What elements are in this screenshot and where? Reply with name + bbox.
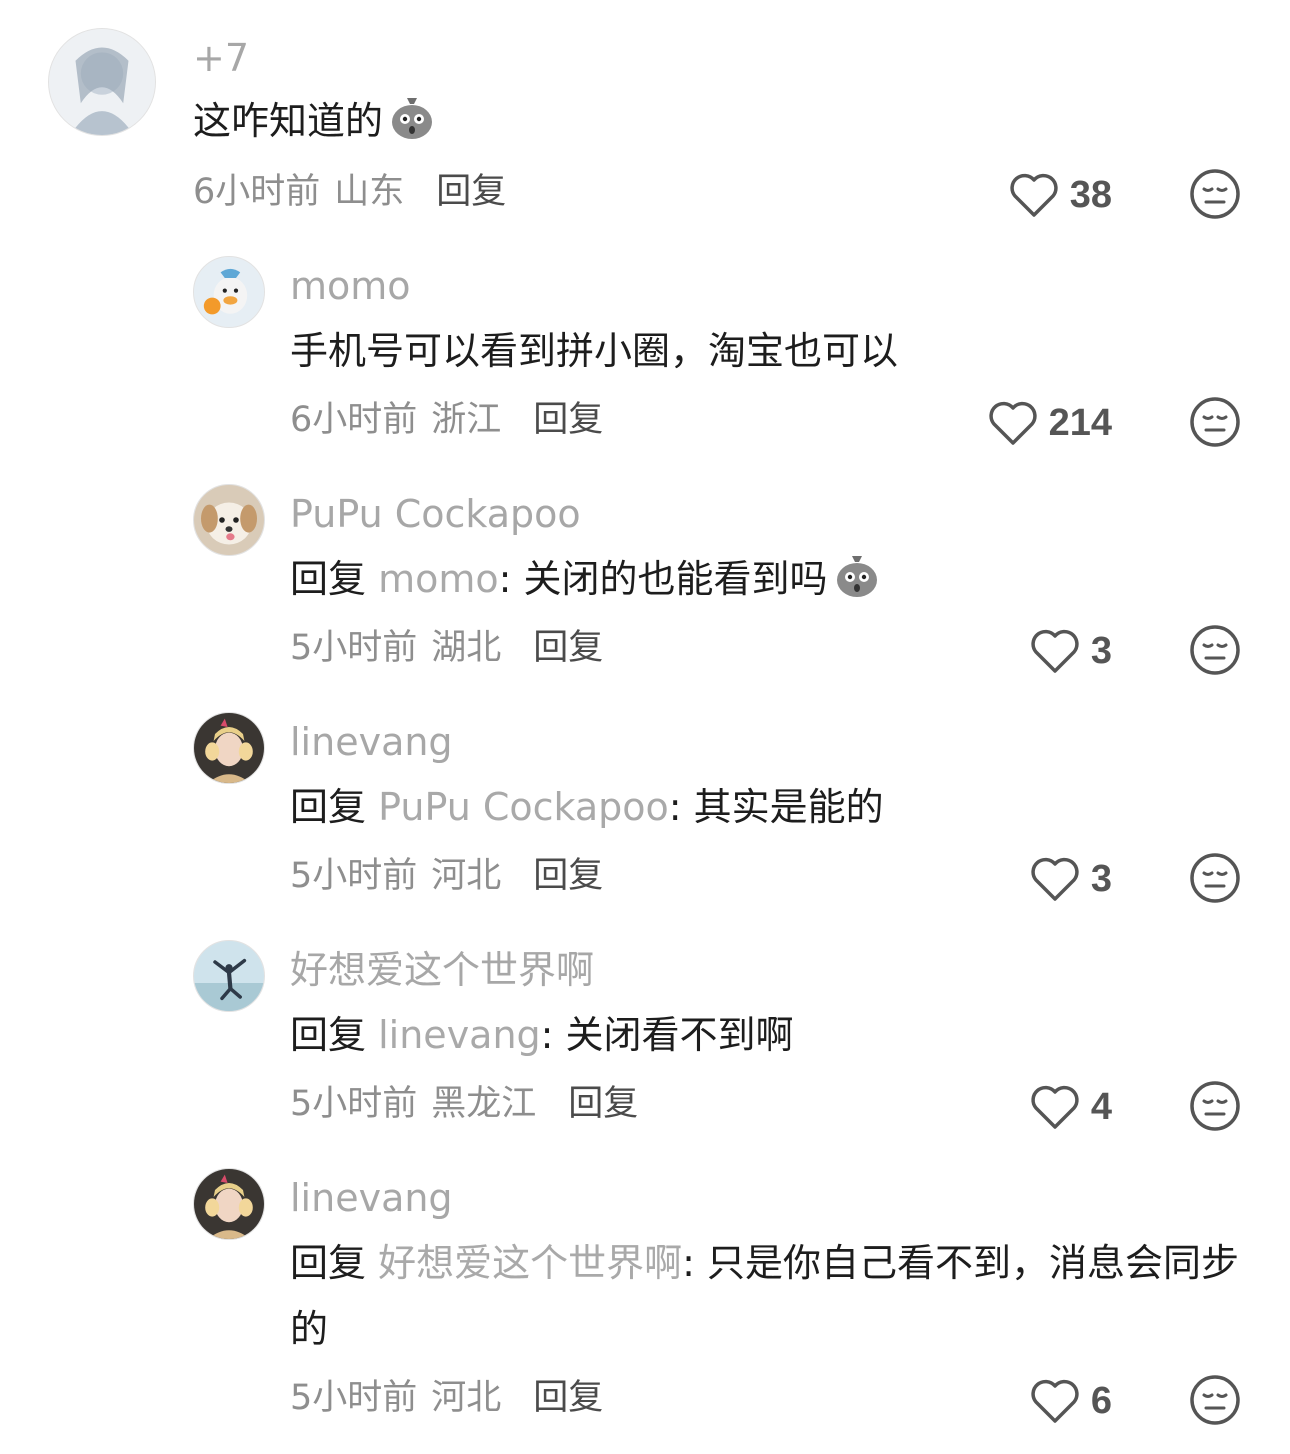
- like-count: 3: [1090, 857, 1112, 900]
- comment-text: 回复 PuPu Cockapoo: 其实是能的: [290, 774, 1240, 840]
- heart-outline-icon: [1031, 1379, 1079, 1423]
- shocked-bag-emoji-icon: [387, 92, 437, 142]
- comment-author[interactable]: PuPu Cockapoo: [290, 490, 581, 538]
- meh-face-icon: [1190, 1375, 1240, 1425]
- like-count: 6: [1090, 1379, 1112, 1422]
- comment-location: 黑龙江: [431, 1084, 537, 1124]
- reply-button[interactable]: 回复: [436, 172, 506, 212]
- dislike-button[interactable]: [1189, 1080, 1241, 1132]
- heart-outline-icon: [1010, 173, 1058, 217]
- avatar[interactable]: [193, 484, 265, 556]
- comment-location: 浙江: [431, 400, 502, 440]
- comment-time: 5小时前: [290, 856, 418, 896]
- reply-prefix: 回复: [290, 785, 367, 829]
- comment-meta: 5小时前 河北 回复: [290, 852, 603, 900]
- meh-face-icon: [1190, 1081, 1240, 1131]
- dislike-button[interactable]: [1189, 168, 1241, 220]
- mention-link[interactable]: momo: [378, 557, 499, 601]
- mention-link[interactable]: 好想爱这个世界啊: [378, 1241, 682, 1285]
- reply-prefix: 回复: [290, 1013, 367, 1057]
- comment-time: 5小时前: [290, 1084, 418, 1124]
- heart-outline-icon: [1031, 629, 1079, 673]
- meh-face-icon: [1190, 397, 1240, 447]
- comment-author[interactable]: linevang: [290, 718, 453, 766]
- avatar[interactable]: [193, 712, 265, 784]
- comment-text: 回复 momo: 关闭的也能看到吗: [290, 546, 1240, 612]
- reply-prefix: 回复: [290, 557, 367, 601]
- dislike-button[interactable]: [1189, 1374, 1241, 1426]
- like-button[interactable]: 3: [1010, 621, 1112, 681]
- comment-text: 这咋知道的: [193, 88, 1193, 154]
- mention-link[interactable]: linevang: [378, 1013, 541, 1057]
- reply-button[interactable]: 回复: [533, 856, 603, 896]
- comment-author[interactable]: 好想爱这个世界啊: [290, 946, 594, 994]
- comment-meta: 6小时前 山东 回复: [193, 168, 506, 216]
- comment-author[interactable]: momo: [290, 262, 411, 310]
- meh-face-icon: [1190, 169, 1240, 219]
- reply-button[interactable]: 回复: [533, 1378, 603, 1418]
- like-count: 38: [1069, 173, 1112, 216]
- heart-outline-icon: [988, 401, 1037, 445]
- dislike-button[interactable]: [1189, 396, 1241, 448]
- comment-time: 6小时前: [193, 172, 321, 212]
- comment-body: : 其实是能的: [668, 785, 884, 829]
- heart-outline-icon: [1031, 857, 1079, 901]
- shocked-bag-emoji-icon: [832, 550, 882, 600]
- avatar[interactable]: [193, 940, 265, 1012]
- comment-body: 手机号可以看到拼小圈，淘宝也可以: [290, 329, 899, 373]
- comment-author[interactable]: +7: [193, 34, 249, 82]
- comment-time: 5小时前: [290, 1378, 418, 1418]
- comment-text: 手机号可以看到拼小圈，淘宝也可以: [290, 318, 1240, 384]
- comment-location: 河北: [431, 1378, 502, 1418]
- comment-location: 山东: [334, 172, 405, 212]
- comment-meta: 6小时前 浙江 回复: [290, 396, 603, 444]
- dislike-button[interactable]: [1189, 852, 1241, 904]
- heart-outline-icon: [1031, 1085, 1079, 1129]
- comment-body: 这咋知道的: [193, 99, 384, 143]
- comment-meta: 5小时前 黑龙江 回复: [290, 1080, 638, 1128]
- comment-author[interactable]: linevang: [290, 1174, 453, 1222]
- comment-meta: 5小时前 河北 回复: [290, 1374, 603, 1422]
- comment-text: 回复 好想爱这个世界啊: 只是你自己看不到，消息会同步的: [290, 1230, 1245, 1362]
- dislike-button[interactable]: [1189, 624, 1241, 676]
- comment-body: : 关闭看不到啊: [540, 1013, 794, 1057]
- mention-link[interactable]: PuPu Cockapoo: [378, 785, 669, 829]
- like-count: 4: [1090, 1085, 1112, 1128]
- like-button[interactable]: 214: [960, 393, 1112, 453]
- comment-time: 6小时前: [290, 400, 418, 440]
- reply-button[interactable]: 回复: [533, 628, 603, 668]
- like-count: 214: [1048, 401, 1112, 444]
- like-button[interactable]: 3: [1010, 849, 1112, 909]
- meh-face-icon: [1190, 625, 1240, 675]
- avatar[interactable]: [193, 256, 265, 328]
- comment-body: : 关闭的也能看到吗: [498, 557, 828, 601]
- comment-time: 5小时前: [290, 628, 418, 668]
- comment-meta: 5小时前 湖北 回复: [290, 624, 603, 672]
- like-button[interactable]: 38: [990, 165, 1112, 225]
- avatar[interactable]: [193, 1168, 265, 1240]
- avatar[interactable]: [48, 28, 156, 136]
- like-count: 3: [1090, 629, 1112, 672]
- reply-button[interactable]: 回复: [533, 400, 603, 440]
- reply-button[interactable]: 回复: [568, 1084, 638, 1124]
- reply-prefix: 回复: [290, 1241, 367, 1285]
- meh-face-icon: [1190, 853, 1240, 903]
- like-button[interactable]: 4: [1010, 1077, 1112, 1137]
- comment-location: 湖北: [431, 628, 502, 668]
- comment-location: 河北: [431, 856, 502, 896]
- like-button[interactable]: 6: [1010, 1371, 1112, 1431]
- comment-text: 回复 linevang: 关闭看不到啊: [290, 1002, 1240, 1068]
